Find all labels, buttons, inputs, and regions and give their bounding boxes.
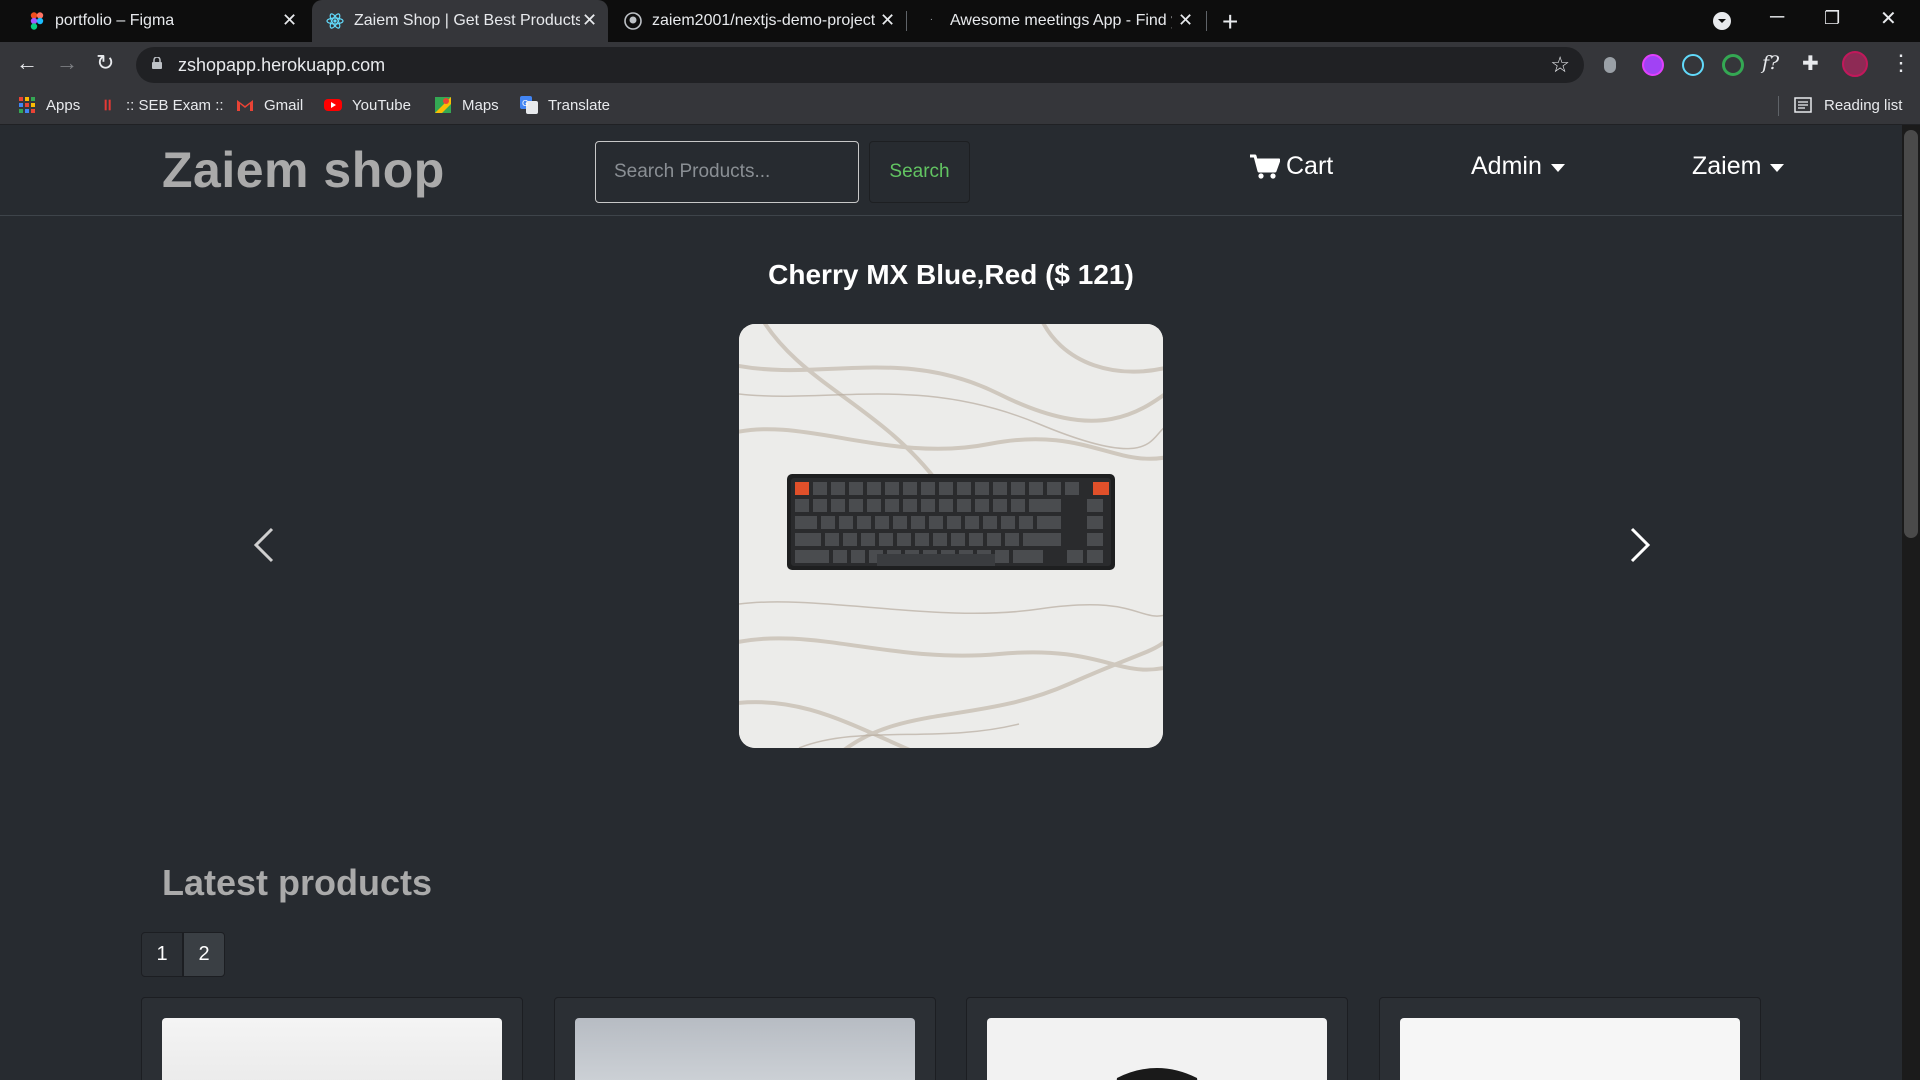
bookmark-label: :: SEB Exam :: xyxy=(126,96,224,114)
product-card[interactable] xyxy=(966,997,1348,1080)
web-page: Zaiem shop Search Cart Admin Zaiem Cherr… xyxy=(0,125,1902,1080)
carousel-caption[interactable]: Cherry MX Blue,Red ($ 121) xyxy=(0,259,1902,291)
browser-menu-icon[interactable]: ⋮ xyxy=(1890,50,1912,76)
bookmark-star-icon[interactable]: ☆ xyxy=(1550,52,1570,78)
github-icon xyxy=(624,12,642,30)
url-text: zshopapp.herokuapp.com xyxy=(178,55,386,75)
bookmark-apps[interactable]: Apps xyxy=(18,96,80,114)
bookmark-label: Maps xyxy=(462,96,499,114)
admin-label: Admin xyxy=(1471,152,1542,180)
gmail-icon xyxy=(237,100,253,111)
camera-image xyxy=(1116,1068,1198,1080)
close-tab-icon[interactable]: ✕ xyxy=(582,10,597,31)
reload-icon[interactable]: ↻ xyxy=(96,50,114,76)
site-navbar: Zaiem shop Search Cart Admin Zaiem xyxy=(0,125,1902,216)
caret-down-icon xyxy=(1770,163,1785,172)
youtube-icon xyxy=(324,99,342,111)
extension-icon[interactable] xyxy=(1722,54,1744,76)
cart-label: Cart xyxy=(1286,152,1334,180)
bookmark-maps[interactable]: Maps xyxy=(434,96,499,114)
minimize-icon[interactable]: ─ xyxy=(1770,6,1784,29)
product-card[interactable] xyxy=(141,997,523,1080)
bookmarks-separator xyxy=(1778,96,1779,116)
search-button[interactable]: Search xyxy=(869,141,970,203)
product-image[interactable] xyxy=(1400,1018,1740,1080)
bookmark-youtube[interactable]: YouTube xyxy=(324,96,411,114)
bookmark-translate[interactable]: G Translate xyxy=(520,96,610,114)
bookmark-gmail[interactable]: Gmail xyxy=(236,96,303,114)
extension-icon[interactable] xyxy=(1604,57,1616,73)
lock-icon xyxy=(152,57,162,69)
profile-avatar[interactable] xyxy=(1842,51,1868,77)
admin-dropdown[interactable]: Admin xyxy=(1471,152,1565,181)
shopping-cart-icon xyxy=(1250,154,1280,179)
svg-text:G: G xyxy=(522,99,528,108)
browser-tabstrip: portfolio – Figma ✕ Zaiem Shop | Get Bes… xyxy=(0,0,1920,42)
loading-icon: . xyxy=(930,12,933,23)
bookmark-label: Translate xyxy=(548,96,610,114)
figma-icon xyxy=(30,12,44,30)
bookmark-label: Apps xyxy=(46,96,81,114)
close-tab-icon[interactable]: ✕ xyxy=(282,10,297,31)
carousel-next-icon[interactable] xyxy=(1626,525,1654,565)
tab-figma[interactable]: portfolio – Figma ✕ xyxy=(0,0,310,42)
address-bar[interactable]: zshopapp.herokuapp.com ☆ xyxy=(136,47,1584,83)
maps-icon xyxy=(435,97,451,113)
apps-grid-icon xyxy=(19,97,35,113)
tab-zaiem-shop[interactable]: Zaiem Shop | Get Best Products a ✕ xyxy=(312,0,608,42)
new-tab-plus-icon[interactable]: + xyxy=(1222,6,1238,38)
brand-logo[interactable]: Zaiem shop xyxy=(162,141,445,199)
carousel-product-image[interactable] xyxy=(739,324,1163,748)
restore-icon[interactable]: ❐ xyxy=(1824,8,1840,29)
tab-separator xyxy=(1206,11,1207,31)
forward-arrow-icon[interactable]: → xyxy=(56,50,78,76)
close-tab-icon[interactable]: ✕ xyxy=(1178,10,1193,31)
bookmark-label: YouTube xyxy=(352,96,411,114)
browser-toolbar: ← → ↻ zshopapp.herokuapp.com ☆ f? ✚ ⋮ xyxy=(0,42,1920,88)
tab-title: zaiem2001/nextjs-demo-project xyxy=(652,12,876,29)
bookmarks-bar: Apps :: SEB Exam :: Gmail YouTube Maps G… xyxy=(0,88,1920,125)
user-label: Zaiem xyxy=(1692,152,1762,180)
product-image[interactable] xyxy=(162,1018,502,1080)
carousel-prev-icon[interactable] xyxy=(250,525,278,565)
page-link-1[interactable]: 1 xyxy=(141,932,183,977)
react-icon xyxy=(326,13,344,29)
react-devtools-icon[interactable] xyxy=(1682,54,1704,76)
tab-title: portfolio – Figma xyxy=(55,12,175,29)
tab-title: Awesome meetings App - Find y xyxy=(950,12,1172,29)
back-arrow-icon[interactable]: ← xyxy=(16,50,38,76)
tab-search-icon[interactable] xyxy=(1712,11,1732,31)
extension-icon[interactable] xyxy=(1642,54,1664,76)
cart-link[interactable]: Cart xyxy=(1250,152,1333,181)
product-image[interactable] xyxy=(575,1018,915,1080)
translate-icon: G xyxy=(520,96,538,114)
caret-down-icon xyxy=(1550,163,1565,172)
tab-separator xyxy=(906,11,907,31)
user-dropdown[interactable]: Zaiem xyxy=(1692,152,1785,181)
close-window-icon[interactable]: ✕ xyxy=(1880,6,1897,31)
bookmark-seb-exam[interactable]: :: SEB Exam :: xyxy=(104,96,224,114)
formula-extension-icon[interactable]: f? xyxy=(1762,52,1779,74)
pagination: 1 2 xyxy=(141,932,225,977)
tab-title: Zaiem Shop | Get Best Products a xyxy=(354,12,580,29)
product-card[interactable] xyxy=(554,997,936,1080)
extensions-puzzle-icon[interactable]: ✚ xyxy=(1802,51,1819,75)
product-image[interactable] xyxy=(987,1018,1327,1080)
keyboard-on-marble-image xyxy=(739,324,1163,748)
reading-list-button[interactable]: Reading list xyxy=(1794,96,1902,114)
tab-meetings[interactable]: . Awesome meetings App - Find y ✕ xyxy=(908,0,1204,42)
reading-list-icon xyxy=(1794,97,1812,113)
search-input[interactable] xyxy=(595,141,859,203)
latest-products-heading: Latest products xyxy=(162,862,433,903)
product-card[interactable] xyxy=(1379,997,1761,1080)
scrollbar-thumb[interactable] xyxy=(1904,130,1918,538)
page-link-2-active[interactable]: 2 xyxy=(183,932,225,977)
reading-list-label: Reading list xyxy=(1824,96,1903,114)
tab-github[interactable]: zaiem2001/nextjs-demo-project ✕ xyxy=(610,0,906,42)
close-tab-icon[interactable]: ✕ xyxy=(880,10,895,31)
seb-exam-icon xyxy=(104,99,111,111)
bookmark-label: Gmail xyxy=(264,96,304,114)
